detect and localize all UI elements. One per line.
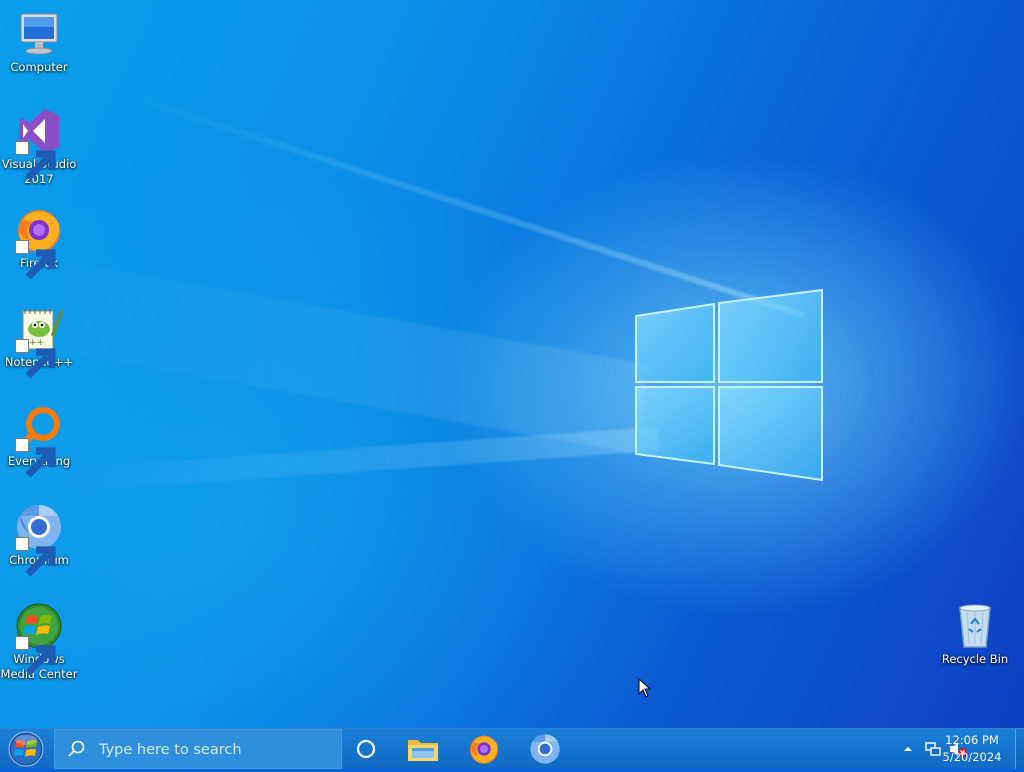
taskbar-clock[interactable]: 12:06 PM 5/20/2024 bbox=[940, 732, 1004, 766]
desktop-icon-visual-studio[interactable]: Visual Studio 2017 bbox=[0, 107, 78, 187]
search-input[interactable] bbox=[97, 738, 337, 762]
desktop[interactable]: Computer Visual Studio 2017 Firefox ++ N… bbox=[0, 0, 1024, 728]
clock-time: 12:06 PM bbox=[945, 733, 999, 747]
computer-icon bbox=[20, 13, 58, 55]
mouse-pointer-icon bbox=[638, 678, 652, 698]
wallpaper-light-beam bbox=[0, 250, 650, 454]
taskbar-file-explorer-button[interactable] bbox=[395, 729, 451, 769]
wallpaper-light-beam bbox=[118, 90, 805, 319]
desktop-icon-label: Computer bbox=[10, 60, 68, 74]
wallpaper-light-beam bbox=[40, 426, 661, 494]
recycle-bin-icon bbox=[959, 604, 991, 648]
desktop-icon-everything[interactable]: Everything bbox=[0, 404, 78, 478]
taskbar-search-box[interactable] bbox=[54, 729, 342, 769]
shortcut-arrow-icon bbox=[15, 339, 56, 379]
desktop-icon-computer[interactable]: Computer bbox=[0, 10, 78, 75]
start-orb-icon bbox=[8, 731, 44, 767]
desktop-icon-notepad-plus-plus[interactable]: ++ Notepad++ bbox=[0, 305, 78, 379]
shortcut-arrow-icon bbox=[15, 636, 56, 676]
taskbar: 12:06 PM 5/20/2024 bbox=[0, 728, 1024, 769]
desktop-icon-label: Recycle Bin bbox=[941, 652, 1009, 666]
firefox-icon bbox=[470, 735, 498, 764]
desktop-icon-chromium[interactable]: Chromium bbox=[0, 503, 78, 577]
chromium-icon bbox=[530, 734, 560, 764]
cortana-icon bbox=[356, 739, 376, 759]
show-hidden-icons-button[interactable] bbox=[900, 741, 916, 757]
search-icon bbox=[68, 740, 85, 757]
windows-logo-wallpaper bbox=[635, 288, 823, 482]
file-explorer-icon bbox=[408, 740, 438, 761]
desktop-icon-recycle-bin[interactable]: Recycle Bin bbox=[936, 602, 1014, 667]
show-desktop-button[interactable] bbox=[1015, 729, 1024, 769]
desktop-icon-windows-media-center[interactable]: Windows Media Center bbox=[0, 602, 78, 682]
chevron-up-icon bbox=[904, 747, 912, 751]
shortcut-arrow-icon bbox=[15, 141, 56, 181]
taskbar-firefox-button[interactable] bbox=[456, 729, 512, 769]
taskbar-cortana-button[interactable] bbox=[338, 729, 394, 769]
shortcut-arrow-icon bbox=[15, 537, 56, 577]
start-button[interactable] bbox=[4, 730, 48, 768]
system-tray: 12:06 PM 5/20/2024 bbox=[874, 729, 1024, 769]
shortcut-arrow-icon bbox=[15, 438, 56, 478]
desktop-icon-firefox[interactable]: Firefox bbox=[0, 206, 78, 280]
clock-date: 5/20/2024 bbox=[942, 750, 1002, 764]
taskbar-chromium-button[interactable] bbox=[517, 729, 573, 769]
shortcut-arrow-icon bbox=[15, 240, 56, 280]
